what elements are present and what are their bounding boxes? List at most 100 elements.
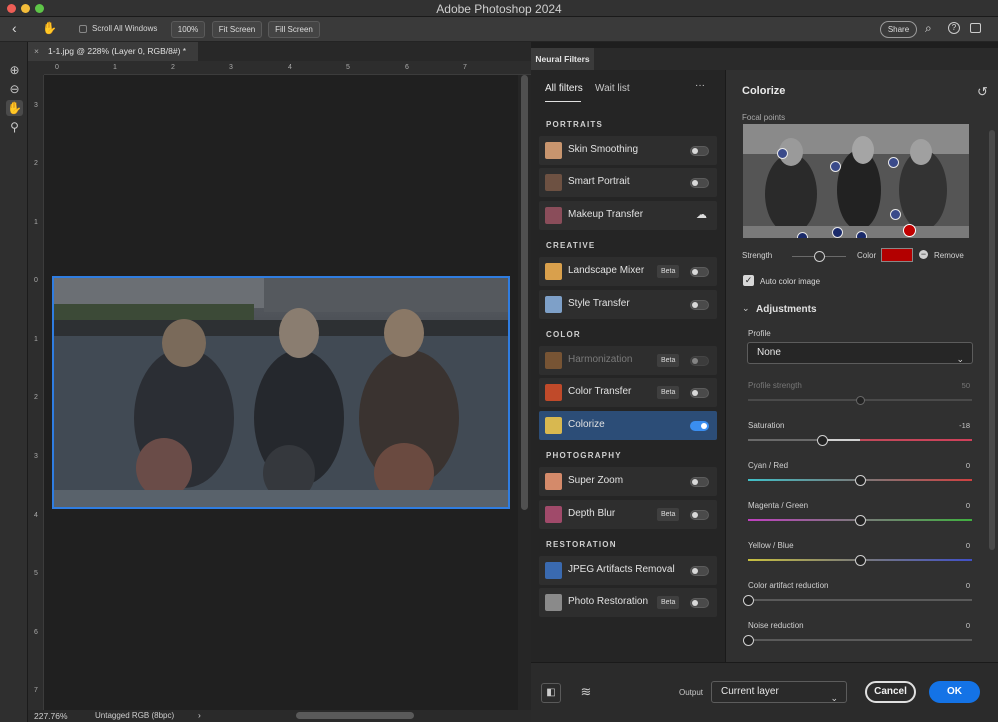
zoom-in-icon[interactable]: ⊕ <box>6 62 23 78</box>
slider-label: Magenta / Green <box>748 501 809 510</box>
filter-toggle[interactable] <box>690 598 709 609</box>
filter-toggle[interactable] <box>690 146 709 156</box>
filter-toggle[interactable] <box>690 267 709 278</box>
filter-row-harmonization[interactable]: Harmonization Beta <box>539 346 717 375</box>
filter-name: Smart Portrait <box>568 176 630 188</box>
filter-row-photo-restoration[interactable]: Photo Restoration Beta <box>539 588 717 618</box>
filter-toggle[interactable] <box>690 566 709 576</box>
layers-icon[interactable]: ≋ <box>576 683 596 703</box>
fit-screen-button[interactable]: Fit Screen <box>212 21 262 38</box>
zoom-out-icon[interactable]: ⊖ <box>6 81 23 97</box>
filter-toggle[interactable] <box>690 388 709 399</box>
slider-knob[interactable] <box>855 515 866 526</box>
slider-value: -18 <box>959 421 970 430</box>
filter-row-style-transfer[interactable]: Style Transfer <box>539 289 717 319</box>
filter-row-landscape-mixer[interactable]: Landscape Mixer Beta <box>539 257 717 287</box>
scroll-all-windows-checkbox[interactable] <box>79 25 87 33</box>
filter-row-super-zoom[interactable]: Super Zoom <box>539 467 717 497</box>
hand-tool-icon[interactable]: ✋ <box>42 21 57 35</box>
focal-point-pin[interactable] <box>830 161 841 172</box>
hand-tool-icon[interactable]: ✋ <box>6 100 23 116</box>
ruler-tick-label: 5 <box>346 64 350 71</box>
filter-toggle[interactable] <box>690 509 709 520</box>
cloud-download-icon[interactable]: ☁ <box>696 208 707 221</box>
focal-point-pin[interactable] <box>777 148 788 159</box>
workspace-icon[interactable] <box>970 23 981 33</box>
filter-row-depth-blur[interactable]: Depth Blur Beta <box>539 499 717 529</box>
section-portraits: PORTRAITS <box>546 120 604 129</box>
image-layer[interactable] <box>52 276 510 509</box>
adjustments-heading[interactable]: Adjustments <box>756 304 817 315</box>
filter-toggle[interactable] <box>690 299 709 310</box>
canvas-vertical-scrollbar[interactable] <box>518 75 531 710</box>
profile-label: Profile <box>748 329 771 338</box>
filter-toggle[interactable] <box>690 178 709 189</box>
output-dropdown[interactable]: Current layer ⌄ <box>711 681 847 703</box>
filter-toggle[interactable] <box>690 477 709 488</box>
help-icon[interactable]: ? <box>948 22 960 34</box>
remove-icon[interactable]: − <box>919 250 928 259</box>
slider-track[interactable] <box>748 439 972 441</box>
horizontal-scrollbar[interactable] <box>296 712 414 719</box>
filter-row-colorize[interactable]: Colorize <box>539 410 717 440</box>
compare-icon[interactable]: ◧ <box>541 683 561 703</box>
filter-toggle[interactable] <box>690 356 709 366</box>
remove-label[interactable]: Remove <box>934 251 964 260</box>
collapse-chevron-icon[interactable]: ⌄ <box>742 303 750 314</box>
cancel-button[interactable]: Cancel <box>865 681 916 703</box>
slider-knob[interactable] <box>816 435 828 446</box>
slider-knob[interactable] <box>743 635 754 646</box>
back-chevron-icon[interactable]: ‹ <box>12 20 17 36</box>
profile-dropdown[interactable]: None ⌄ <box>747 342 973 364</box>
ok-button[interactable]: OK <box>929 681 980 703</box>
section-color: COLOR <box>546 330 581 339</box>
neural-filters-tab[interactable]: Neural Filters <box>531 48 594 70</box>
photo-motorcycle-riders <box>54 278 508 507</box>
more-options-icon[interactable]: ··· <box>695 80 705 91</box>
ruler-tick-label: 7 <box>34 687 38 694</box>
document-tab[interactable]: × 1-1.jpg @ 228% (Layer 0, RGB/8#) * <box>28 42 198 61</box>
strength-slider-knob[interactable] <box>814 251 825 262</box>
slider-track[interactable] <box>748 599 972 601</box>
close-tab-icon[interactable]: × <box>34 42 39 61</box>
focal-point-pin[interactable] <box>888 157 899 168</box>
focal-point-pin[interactable] <box>797 232 808 238</box>
focal-point-pin[interactable] <box>856 231 867 238</box>
zoom-100-button[interactable]: 100% <box>171 21 205 38</box>
focal-point-pin[interactable] <box>832 227 843 238</box>
slider-knob[interactable] <box>856 396 865 405</box>
auto-color-checkbox[interactable]: ✓ <box>743 275 754 286</box>
colorize-settings-panel: Colorize ↺ Focal points Strength Color −… <box>725 70 998 662</box>
filter-row-jpeg-artifacts-removal[interactable]: JPEG Artifacts Removal <box>539 556 717 585</box>
slider-track[interactable] <box>748 639 972 641</box>
ruler-tick-label: 1 <box>34 336 38 343</box>
filter-thumbnail <box>545 352 562 369</box>
zoom-level[interactable]: 227.76% <box>34 711 68 721</box>
selected-focal-point-pin[interactable] <box>903 224 916 237</box>
filter-toggle[interactable] <box>690 420 709 431</box>
focal-points-preview[interactable] <box>743 124 969 238</box>
slider-knob[interactable] <box>855 475 866 486</box>
vertical-ruler: 3 2 1 0 1 2 3 4 5 6 7 <box>28 75 44 710</box>
tab-all-filters[interactable]: All filters <box>545 83 583 94</box>
color-swatch[interactable] <box>881 248 913 262</box>
filter-row-makeup-transfer[interactable]: Makeup Transfer ☁ <box>539 200 717 230</box>
fill-screen-button[interactable]: Fill Screen <box>268 21 320 38</box>
filter-row-skin-smoothing[interactable]: Skin Smoothing <box>539 136 717 165</box>
reset-icon[interactable]: ↺ <box>977 84 988 100</box>
scrollbar-thumb[interactable] <box>521 75 528 510</box>
filter-name: Colorize <box>568 418 605 430</box>
slider-knob[interactable] <box>855 555 866 566</box>
tab-wait-list[interactable]: Wait list <box>595 83 630 94</box>
slider-knob[interactable] <box>743 595 754 606</box>
ruler-tick-label: 1 <box>34 219 38 226</box>
focal-point-pin[interactable] <box>890 209 901 220</box>
settings-scrollbar[interactable] <box>989 130 995 550</box>
magnifier-icon[interactable]: ⚲ <box>6 119 23 135</box>
filter-row-color-transfer[interactable]: Color Transfer Beta <box>539 378 717 408</box>
filter-thumbnail <box>545 263 562 281</box>
search-icon[interactable]: ⌕ <box>925 21 932 36</box>
status-arrow-icon[interactable]: › <box>198 710 201 720</box>
filter-row-smart-portrait[interactable]: Smart Portrait <box>539 168 717 198</box>
share-button[interactable]: Share <box>880 21 917 38</box>
